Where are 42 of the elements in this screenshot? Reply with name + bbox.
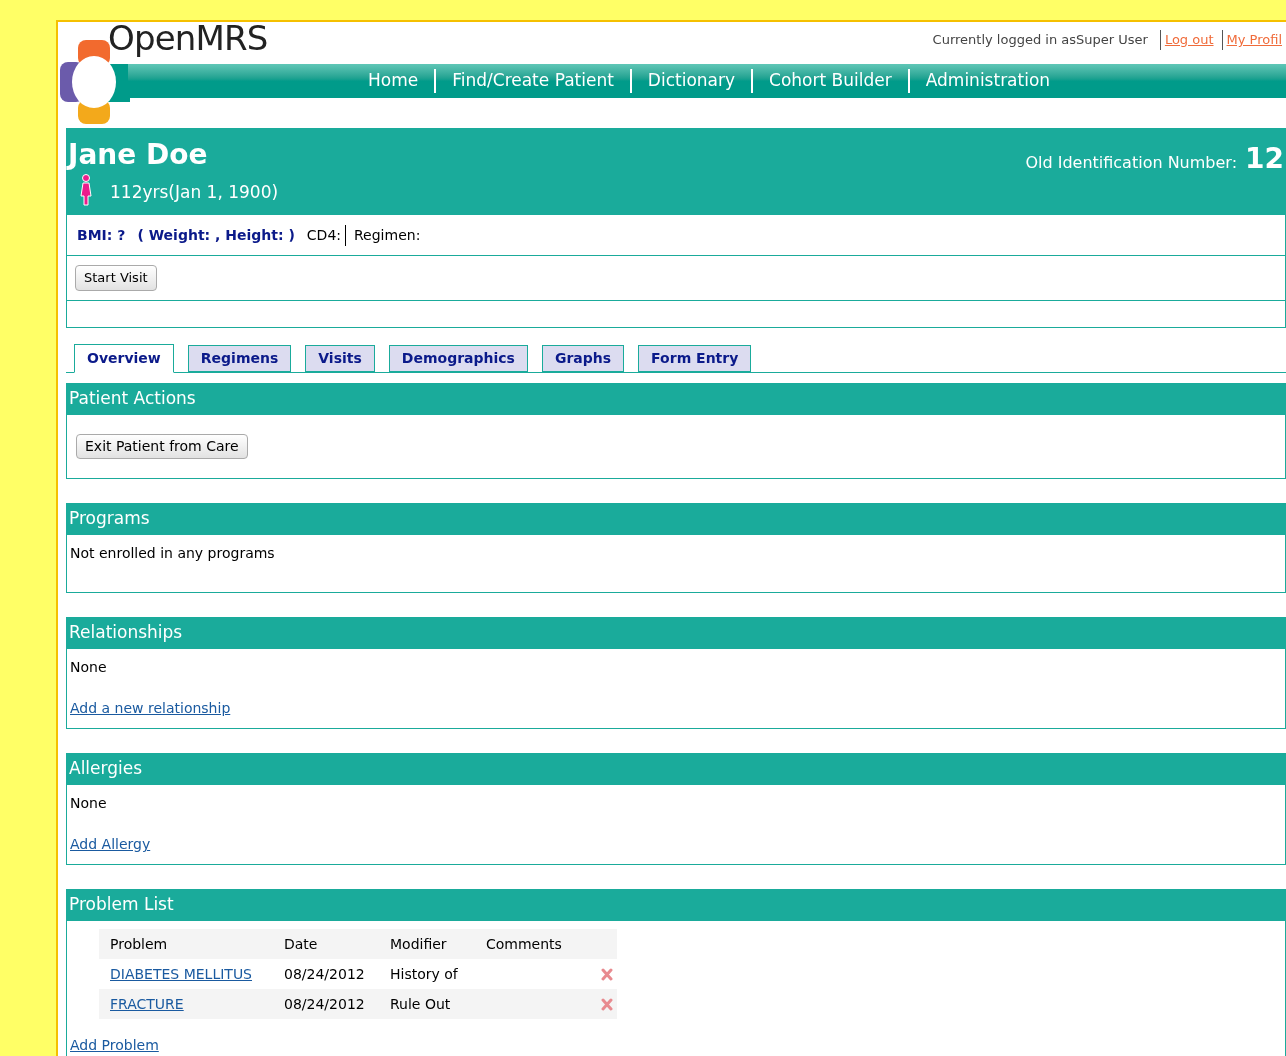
tab[interactable]: Overview [74, 344, 174, 373]
identifier-value: 12 [1245, 141, 1284, 177]
table-cell-text: History of [390, 964, 458, 984]
tab[interactable]: Regimens [187, 345, 292, 372]
table-cell-text: Rule Out [390, 994, 451, 1014]
empty-message: None [70, 794, 108, 813]
tab[interactable]: Graphs [541, 345, 625, 372]
problem-link[interactable]: DIABETES MELLITUS [110, 965, 252, 982]
section-header: Allergies [66, 753, 1286, 785]
bmi-label: BMI: ? [77, 225, 126, 245]
column-header: Problem [110, 934, 168, 954]
regimen-label: Regimen: [354, 225, 421, 245]
delete-icon[interactable] [601, 968, 613, 981]
add-link[interactable]: Add Allergy [70, 834, 151, 855]
section-header: Programs [66, 503, 1286, 535]
weight-height-label: ( Weight: , Height: ) [137, 225, 295, 245]
patient-name: Jane Doe [68, 137, 208, 173]
column-header: Comments [486, 934, 562, 954]
female-icon [80, 174, 92, 206]
tab[interactable]: Visits [305, 345, 375, 372]
column-header: Date [284, 934, 318, 954]
table-cell-text: 08/24/2012 [284, 994, 365, 1014]
section-header: Problem List [66, 889, 1286, 921]
patient-age: 112yrs(Jan 1, 1900) [110, 181, 279, 204]
exit-care-button[interactable]: Exit Patient from Care [76, 434, 248, 459]
logo-text: OpenMRS [108, 22, 268, 58]
delete-icon[interactable] [601, 998, 613, 1011]
column-header: Modifier [390, 934, 447, 954]
cd4-label: CD4: [306, 224, 346, 246]
tab[interactable]: Form Entry [638, 345, 752, 372]
tab[interactable]: Demographics [388, 345, 528, 372]
add-link[interactable]: Add a new relationship [70, 698, 231, 719]
start-visit-button[interactable]: Start Visit [75, 265, 157, 291]
add-link[interactable]: Add Problem [70, 1035, 159, 1056]
problem-link[interactable]: FRACTURE [110, 995, 184, 1012]
empty-message: None [70, 658, 108, 677]
login-status: Currently logged in asSuper User [932, 31, 1149, 49]
table-cell-text: 08/24/2012 [284, 964, 365, 984]
programs-message: Not enrolled in any programs [70, 544, 276, 563]
section-header: Relationships [66, 617, 1286, 649]
identifier-label: Old Identification Number: [1025, 152, 1238, 174]
section-header: Patient Actions [66, 383, 1286, 415]
